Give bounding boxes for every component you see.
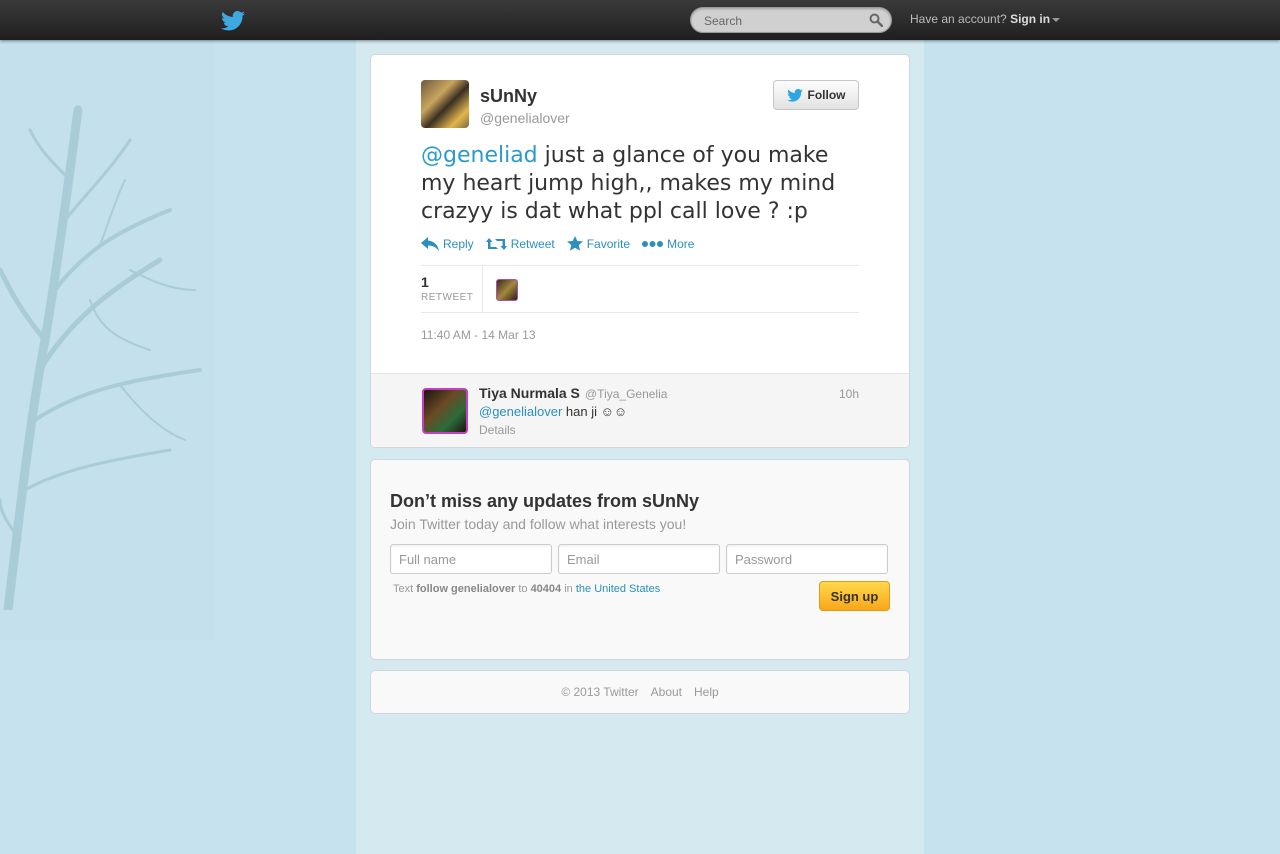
footer-about-link[interactable]: About [651,685,682,699]
tree-background-image [0,105,202,610]
reply-item[interactable]: Tiya Nurmala S @Tiya_Genelia 10h @geneli… [371,373,909,447]
sms-to: to [515,583,531,595]
star-icon [566,236,583,251]
sms-prefix: Text [393,583,417,595]
follow-button[interactable]: Follow [773,80,859,110]
signup-card: Don’t miss any updates from sUnNy Join T… [370,459,910,660]
reply-avatar[interactable] [422,388,468,434]
screen-name[interactable]: @genelialover [480,110,570,126]
tweet-timestamp[interactable]: 11:40 AM - 14 Mar 13 [421,328,536,342]
tweet-text: @geneliad just a glance of you make my h… [421,142,861,226]
follow-label: Follow [807,88,846,102]
tweet-card: sUnNy @genelialover Follow @geneliad jus… [370,54,910,448]
chevron-down-icon[interactable] [1052,17,1061,22]
signin-link[interactable]: Sign in [1010,12,1050,26]
sms-country-link[interactable]: the United States [576,583,660,595]
password-field[interactable] [726,544,888,574]
reply-mention-link[interactable]: @genelialover [479,404,562,419]
search-icon[interactable] [869,13,883,27]
retweet-count: 1 [421,274,429,290]
search-box[interactable] [690,7,892,33]
more-action[interactable]: More [642,236,694,251]
fullname-field[interactable] [390,544,552,574]
display-name[interactable]: sUnNy [480,86,537,107]
reply-details-link[interactable]: Details [479,423,516,437]
retweeter-avatar[interactable] [496,279,518,301]
avatar[interactable] [421,80,469,128]
favorite-action[interactable]: Favorite [566,236,631,251]
footer-copyright: © 2013 Twitter [561,685,639,699]
search-input[interactable] [704,13,864,29]
retweet-stat[interactable]: 1 RETWEET [421,266,483,312]
tweet-actions: Reply Retweet Favorite More [421,236,694,251]
signup-title: Don’t miss any updates from sUnNy [390,491,700,511]
top-navigation-bar: Have an account? Sign in [0,0,1280,40]
reply-action[interactable]: Reply [421,236,474,251]
reply-arrow-icon [421,236,439,251]
retweet-label: Retweet [510,236,555,251]
sms-command: follow genelialover [416,583,516,595]
footer-help-link[interactable]: Help [694,685,719,699]
reply-screen-name[interactable]: @Tiya_Genelia [585,387,667,401]
retweet-count-label: RETWEET [421,292,474,303]
sms-follow-hint: Text follow genelialover to 40404 in the… [393,583,660,595]
favorite-label: Favorite [586,236,631,251]
email-field[interactable] [558,544,720,574]
twitter-bird-icon [786,88,803,102]
retweet-icon [485,237,507,250]
twitter-bird-logo-icon[interactable] [221,11,245,31]
reply-time[interactable]: 10h [839,387,859,401]
retweet-action[interactable]: Retweet [485,236,555,251]
more-dots-icon [642,240,664,247]
reply-display-name[interactable]: Tiya Nurmala S [479,385,580,401]
sms-number: 40404 [530,583,562,595]
reply-body: han ji ☺☺ [562,404,628,419]
signup-button[interactable]: Sign up [819,581,890,611]
sms-in: in [561,583,576,595]
reply-text: @genelialover han ji ☺☺ [479,404,627,419]
tweet-stats: 1 RETWEET [421,265,859,313]
signin-area[interactable]: Have an account? Sign in [910,12,1061,26]
more-label: More [667,236,695,251]
signup-subtitle: Join Twitter today and follow what inter… [390,516,687,532]
tweet-mention-link[interactable]: @geneliad [421,143,538,168]
footer: © 2013 Twitter About Help [370,670,910,714]
signin-prompt: Have an account? [910,12,1007,26]
reply-label: Reply [443,236,474,251]
